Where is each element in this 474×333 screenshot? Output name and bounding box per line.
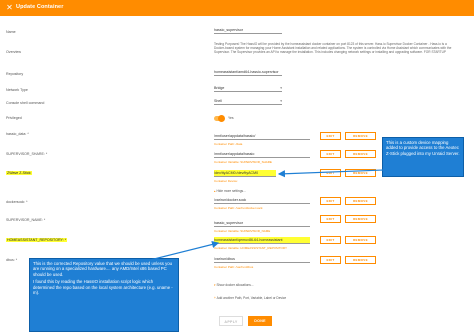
apply-button[interactable]: APPLY: [219, 316, 243, 326]
dockersock-remove-button[interactable]: REMOVE: [345, 197, 376, 205]
name-input[interactable]: hassio_supervisor: [214, 27, 282, 34]
network-type-select[interactable]: Bridge ▾: [214, 85, 282, 92]
close-icon[interactable]: ✕: [5, 3, 14, 12]
supervisor-name-input[interactable]: hassio_supervisor: [214, 220, 310, 227]
privileged-label: Privileged: [6, 116, 22, 120]
zwave-input[interactable]: /dev/ttyACM0:/dev/ttyACM0: [214, 170, 276, 177]
dbus-hint: Container Path: /var/run/dbus: [214, 265, 254, 269]
dbus-input[interactable]: /var/run/dbus: [214, 256, 310, 263]
ha-repository-hint: Container Variable: HOMEASSISTANT_REPOSI…: [214, 246, 287, 250]
add-another-link[interactable]: + Add another Path, Port, Variable, Labe…: [214, 296, 286, 300]
dockersock-input[interactable]: /var/run/docker.sock: [214, 197, 310, 204]
overview-label: Overview: [6, 50, 21, 54]
hide-more-settings-link[interactable]: ▴ Hide more settings...: [214, 189, 246, 193]
supervisor-share-edit-button[interactable]: EDIT: [320, 150, 341, 158]
supervisor-share-label: SUPERVISOR_SHARE: *: [6, 152, 48, 156]
network-type-label: Network Type: [6, 88, 28, 92]
hassio-data-hint: Container Path: /data: [214, 142, 243, 146]
repository-callout-p2: I found this by reading the HassIO insta…: [33, 279, 173, 296]
zwave-label: ZWave Z-Stick:: [6, 171, 33, 175]
chevron-down-icon: ▾: [280, 86, 282, 90]
window-title: Update Container: [16, 4, 64, 10]
ha-repository-label: HOMEASSISTANT_REPOSITORY: *: [6, 238, 68, 242]
device-mapping-callout: This is a custom device mapping added to…: [382, 137, 464, 177]
done-button[interactable]: DONE: [248, 316, 272, 326]
chevron-down-icon: ▾: [280, 99, 282, 103]
repository-callout-p1: This is the corrected Repository value t…: [33, 261, 173, 277]
ha-repository-edit-button[interactable]: EDIT: [320, 236, 341, 244]
privileged-toggle[interactable]: [214, 115, 225, 122]
hassio-data-input[interactable]: /mnt/user/appdata/hassio/: [214, 133, 310, 140]
show-docker-allocations-text: Show docker allocations...: [216, 283, 254, 287]
supervisor-name-edit-button[interactable]: EDIT: [320, 215, 341, 223]
supervisor-name-label: SUPERVISOR_NAME: *: [6, 218, 46, 222]
repository-callout: This is the corrected Repository value t…: [29, 258, 179, 332]
window-titlebar: ✕ Update Container: [0, 0, 474, 16]
supervisor-share-hint: Container Variable: SUPERVISOR_SHARE: [214, 160, 272, 164]
add-another-text: Add another Path, Port, Variable, Label …: [216, 296, 287, 300]
hassio-data-label: hassio_data: *: [6, 132, 29, 136]
name-label: Name: [6, 30, 16, 34]
console-label: Console shell command: [6, 101, 45, 105]
zwave-hint: Container Device:: [214, 179, 238, 183]
ha-repository-remove-button[interactable]: REMOVE: [345, 236, 376, 244]
network-type-value: Bridge: [214, 86, 225, 90]
console-select[interactable]: Shell ▾: [214, 98, 282, 105]
dbus-edit-button[interactable]: EDIT: [320, 256, 341, 264]
privileged-value: Yes: [228, 116, 234, 120]
supervisor-name-remove-button[interactable]: REMOVE: [345, 215, 376, 223]
dbus-remove-button[interactable]: REMOVE: [345, 256, 376, 264]
supervisor-share-input[interactable]: /mnt/user/appdata/hassio: [214, 151, 310, 158]
dockersock-label: dockersock: *: [6, 200, 28, 204]
dockersock-edit-button[interactable]: EDIT: [320, 197, 341, 205]
console-value: Shell: [214, 99, 222, 103]
repository-input[interactable]: homeassistant/amd64-hassio-supervisor: [214, 69, 282, 76]
dbus-label: dbus: *: [6, 258, 18, 262]
dockersock-hint: Container Path: /var/run/docker.sock: [214, 206, 263, 210]
hide-more-settings-text: Hide more settings...: [216, 189, 246, 193]
supervisor-share-remove-button[interactable]: REMOVE: [345, 150, 376, 158]
repository-label: Repository: [6, 72, 24, 76]
toggle-knob: [218, 115, 225, 122]
hassio-data-remove-button[interactable]: REMOVE: [345, 132, 376, 140]
supervisor-name-hint: Container Variable: SUPERVISOR_NAME: [214, 229, 271, 233]
ha-repository-input[interactable]: homeassistant/qemux86-64-homeassistant: [214, 237, 310, 244]
hassio-data-edit-button[interactable]: EDIT: [320, 132, 341, 140]
overview-text[interactable]: Testing Purposes! The HassIO will be pro…: [214, 42, 458, 66]
zwave-remove-button[interactable]: REMOVE: [345, 169, 376, 177]
show-docker-allocations-link[interactable]: ▾ Show docker allocations...: [214, 283, 254, 287]
zwave-edit-button[interactable]: EDIT: [320, 169, 341, 177]
